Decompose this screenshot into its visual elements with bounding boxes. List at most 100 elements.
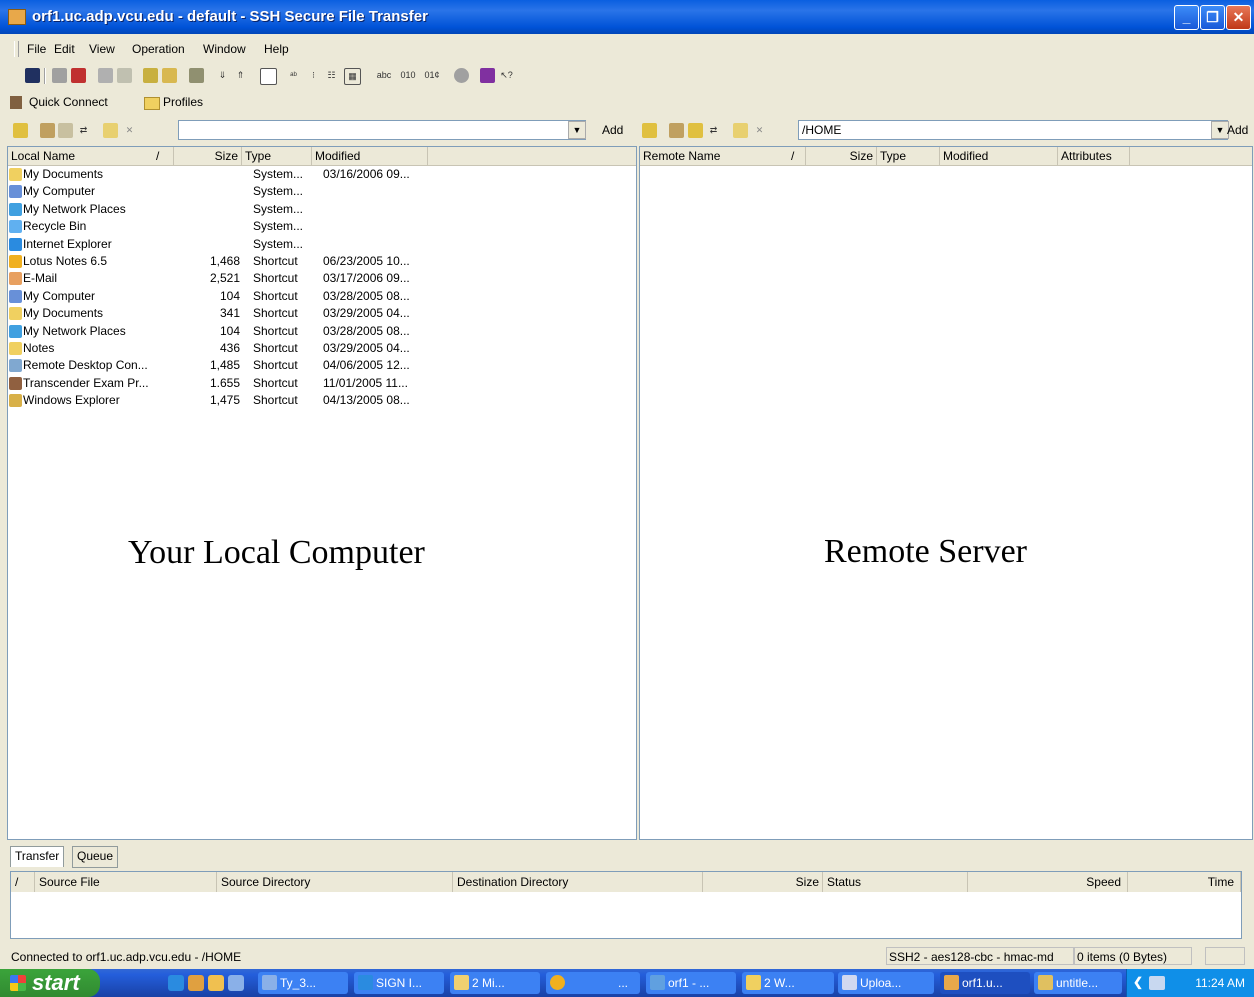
menu-operation[interactable]: Operation <box>132 42 185 56</box>
disconnect-icon[interactable] <box>71 68 86 83</box>
ascii-mode-icon[interactable]: abc <box>374 68 394 83</box>
task-untitled-paint[interactable]: untitle... <box>1034 972 1122 994</box>
minimize-button[interactable]: _ <box>1174 5 1199 30</box>
terminal-icon[interactable] <box>260 68 277 85</box>
tab-transfer[interactable]: Transfer <box>10 846 65 867</box>
task-ty3[interactable]: Ty_3... <box>258 972 348 994</box>
remote-col-attributes[interactable]: Attributes <box>1058 147 1130 165</box>
local-refresh-icon[interactable]: ⇄ <box>76 123 91 138</box>
transfer-col-source-dir[interactable]: Source Directory <box>217 872 453 892</box>
stop-icon[interactable] <box>454 68 469 83</box>
local-col-modified[interactable]: Modified <box>312 147 428 165</box>
details-view-icon[interactable]: ▦ <box>344 68 361 85</box>
transfer-list[interactable]: / Source File Source Directory Destinati… <box>10 871 1242 939</box>
remote-folder-icon[interactable] <box>688 123 703 138</box>
file-row[interactable]: My Computer 104 Shortcut 03/28/2005 08... <box>8 288 448 305</box>
file-row[interactable]: Lotus Notes 6.5 1,468 Shortcut 06/23/2005 1… <box>8 253 448 270</box>
local-delete-icon[interactable]: ✕ <box>122 123 137 138</box>
remote-add-button[interactable]: Add <box>1227 123 1248 137</box>
remote-col-modified[interactable]: Modified <box>940 147 1058 165</box>
remote-col-size[interactable]: Size <box>806 147 877 165</box>
local-col-name[interactable]: Local Name / <box>8 147 174 165</box>
file-row[interactable]: Internet Explorer System... <box>8 236 448 253</box>
settings-icon[interactable] <box>189 68 204 83</box>
tray-expand-icon[interactable]: ❮ <box>1133 975 1143 989</box>
quicklaunch-browser-icon[interactable] <box>188 975 204 991</box>
local-up-folder-icon[interactable] <box>13 123 28 138</box>
file-row[interactable]: Recycle Bin System... <box>8 218 448 235</box>
local-col-size[interactable]: Size <box>174 147 242 165</box>
copy-icon[interactable] <box>98 68 113 83</box>
network-tray-icon[interactable] <box>1149 976 1165 990</box>
tab-queue[interactable]: Queue <box>72 846 119 868</box>
size-grip-icon[interactable] <box>1205 947 1245 965</box>
remote-home-icon[interactable] <box>669 123 684 138</box>
save-icon[interactable] <box>25 68 40 83</box>
quicklaunch-desktop-icon[interactable] <box>228 975 244 991</box>
file-row[interactable]: Remote Desktop Con... 1,485 Shortcut 04/06/… <box>8 357 448 374</box>
quicklaunch-explorer-icon[interactable] <box>208 975 224 991</box>
toolbar-grip[interactable] <box>14 41 19 57</box>
local-add-button[interactable]: Add <box>602 123 623 137</box>
quick-connect-button[interactable]: Quick Connect <box>29 95 108 109</box>
file-row[interactable]: My Network Places System... <box>8 201 448 218</box>
upload-icon[interactable]: ⇑ <box>233 68 248 83</box>
local-home-icon[interactable] <box>40 123 55 138</box>
task-upload[interactable]: Uploa... <box>838 972 934 994</box>
file-row[interactable]: Windows Explorer 1,475 Shortcut 04/13/2005 … <box>8 392 448 409</box>
task-orf1-transfer[interactable]: orf1.u... <box>940 972 1030 994</box>
file-row[interactable]: My Documents 341 Shortcut 03/29/2005 04... <box>8 305 448 322</box>
local-folder-icon[interactable] <box>58 123 73 138</box>
remote-file-pane[interactable]: Remote Name / Size Type Modified Attribu… <box>639 146 1253 840</box>
close-button[interactable]: ✕ <box>1226 5 1251 30</box>
large-icons-icon[interactable]: ᵃᵇ <box>286 68 301 83</box>
remote-refresh-icon[interactable]: ⇄ <box>706 123 721 138</box>
transfer-col-size[interactable]: Size <box>703 872 823 892</box>
remote-path-input[interactable]: /HOME <box>798 120 1228 140</box>
transfer-col-time[interactable]: Time <box>1128 872 1241 892</box>
print-icon[interactable] <box>52 68 67 83</box>
start-button[interactable]: start <box>0 969 100 997</box>
remote-new-folder-icon[interactable] <box>733 123 748 138</box>
local-col-type[interactable]: Type <box>242 147 312 165</box>
local-new-folder-icon[interactable] <box>103 123 118 138</box>
menu-help[interactable]: Help <box>264 42 289 56</box>
menu-file[interactable]: File <box>27 42 46 56</box>
find-next-icon[interactable] <box>162 68 177 83</box>
binary-mode-icon[interactable]: 010 <box>398 68 418 83</box>
find-icon[interactable] <box>143 68 158 83</box>
profiles-button[interactable]: Profiles <box>163 95 203 109</box>
task-orf1-ssh[interactable]: orf1 - ... <box>646 972 736 994</box>
file-row[interactable]: My Computer System... <box>8 183 448 200</box>
file-row[interactable]: My Documents System... 03/16/2006 09... <box>8 166 448 183</box>
local-file-pane[interactable]: Local Name / Size Type Modified My Docum… <box>7 146 637 840</box>
file-row[interactable]: My Network Places 104 Shortcut 03/28/2005 0… <box>8 323 448 340</box>
task-sign-in[interactable]: SIGN I... <box>354 972 444 994</box>
file-row[interactable]: E-Mail 2,521 Shortcut 03/17/2006 09... <box>8 270 448 287</box>
maximize-button[interactable]: ❐ <box>1200 5 1225 30</box>
auto-mode-icon[interactable]: 01¢ <box>422 68 442 83</box>
quick-connect-icon[interactable] <box>10 96 22 109</box>
app-icon[interactable] <box>8 9 26 25</box>
quicklaunch-ie-icon[interactable] <box>168 975 184 991</box>
list-view-icon[interactable]: ☷ <box>324 68 339 83</box>
menu-edit[interactable]: Edit <box>54 42 75 56</box>
remote-delete-icon[interactable]: ✕ <box>752 123 767 138</box>
task-windows-explorer[interactable]: 2 W... <box>742 972 834 994</box>
task-microsoft[interactable]: 2 Mi... <box>450 972 540 994</box>
remote-up-folder-icon[interactable] <box>642 123 657 138</box>
paste-icon[interactable] <box>117 68 132 83</box>
transfer-col-dest-dir[interactable]: Destination Directory <box>453 872 703 892</box>
help-book-icon[interactable] <box>480 68 495 83</box>
file-row[interactable]: Notes 436 Shortcut 03/29/2005 04... <box>8 340 448 357</box>
download-icon[interactable]: ⇓ <box>215 68 230 83</box>
transfer-col-status[interactable]: Status <box>823 872 968 892</box>
local-path-dropdown-icon[interactable]: ▼ <box>568 121 586 139</box>
menu-view[interactable]: View <box>89 42 115 56</box>
task-lotus[interactable]: ... <box>546 972 640 994</box>
menu-window[interactable]: Window <box>203 42 246 56</box>
context-help-icon[interactable]: ↖? <box>499 68 514 83</box>
file-row[interactable]: Transcender Exam Pr... 1.655 Shortcut 11/01… <box>8 375 448 392</box>
local-path-input[interactable] <box>178 120 586 140</box>
transfer-col-speed[interactable]: Speed <box>968 872 1128 892</box>
